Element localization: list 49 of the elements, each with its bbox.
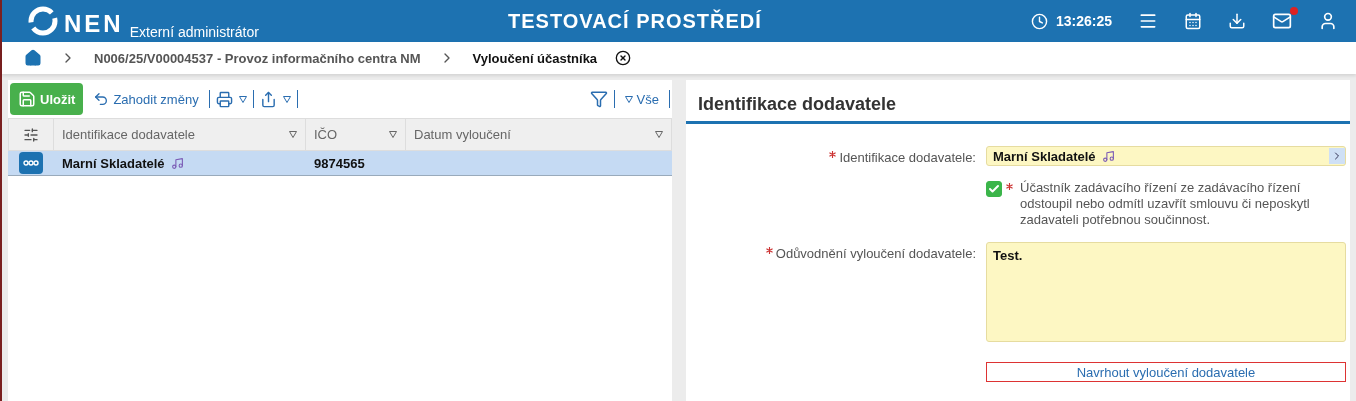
dots-icon <box>23 160 39 166</box>
menu-icon[interactable] <box>1138 11 1158 31</box>
table-cell: 9874565 <box>306 151 406 176</box>
print-icon[interactable] <box>215 90 233 108</box>
calendar-icon[interactable] <box>1184 12 1202 30</box>
logo-icon <box>28 6 58 36</box>
field-label: Odůvodnění vyloučení dodavatele: <box>775 246 976 261</box>
caret-icon[interactable] <box>282 95 291 103</box>
music-note-icon <box>170 156 184 170</box>
reason-textarea[interactable]: Test. <box>986 242 1346 342</box>
caret-icon[interactable] <box>289 131 297 138</box>
supplier-field[interactable]: Marní Skladatelé <box>986 146 1346 166</box>
sliders-icon <box>23 126 39 143</box>
column-header[interactable]: Datum vyloučení <box>414 127 511 142</box>
environment-title: TESTOVACÍ PROSTŘEDÍ <box>508 9 763 33</box>
home-icon[interactable] <box>24 49 42 67</box>
checkbox[interactable] <box>986 181 1002 197</box>
save-icon <box>18 90 36 108</box>
row-menu-button[interactable] <box>19 152 43 174</box>
logo-text: NEN <box>64 12 124 36</box>
checkbox-label: Účastník zadávacího řízení ze zadávacího řízení odstoupil nebo odmítl uzavřít smlouvu či neposkytl zadavateli potřebnou součinnost. <box>1020 180 1311 228</box>
mail-icon[interactable] <box>1272 11 1292 31</box>
field-value: Marní Skladatelé <box>993 148 1096 164</box>
check-icon <box>988 183 1000 195</box>
caret-icon[interactable] <box>655 131 663 138</box>
propose-exclusion-button[interactable]: Navrhout vyloučení dodavatele <box>986 362 1346 382</box>
column-header[interactable]: IČO <box>314 127 338 142</box>
download-icon[interactable] <box>1228 12 1246 30</box>
discard-button[interactable]: Zahodit změny <box>89 91 203 107</box>
clock-time: 13:26:25 <box>1055 13 1112 29</box>
caret-icon[interactable] <box>389 131 397 138</box>
breadcrumb-item[interactable]: Vyloučení účastníka <box>472 50 598 66</box>
filter-button[interactable]: Vše <box>620 91 663 107</box>
table-cell: Marní Skladatelé <box>54 151 306 176</box>
caret-icon <box>624 95 633 103</box>
music-note-icon <box>1101 149 1115 163</box>
breadcrumb-item[interactable]: N006/25/V00004537 - Provoz informačního centra NM <box>94 50 421 66</box>
clock-icon[interactable] <box>1030 12 1048 30</box>
field-label: Identifikace dodavatele: <box>839 150 976 165</box>
section-title: Identifikace dodavatele <box>686 88 1350 124</box>
share-icon[interactable] <box>259 90 277 108</box>
undo-icon <box>93 91 110 107</box>
role-label: Externí administrátor <box>129 24 259 40</box>
column-settings[interactable] <box>8 118 54 151</box>
close-icon[interactable] <box>615 50 632 66</box>
chevron-icon[interactable] <box>1329 148 1345 164</box>
filter-icon[interactable] <box>589 90 608 108</box>
caret-icon[interactable] <box>238 95 247 103</box>
user-icon[interactable] <box>1318 11 1338 31</box>
